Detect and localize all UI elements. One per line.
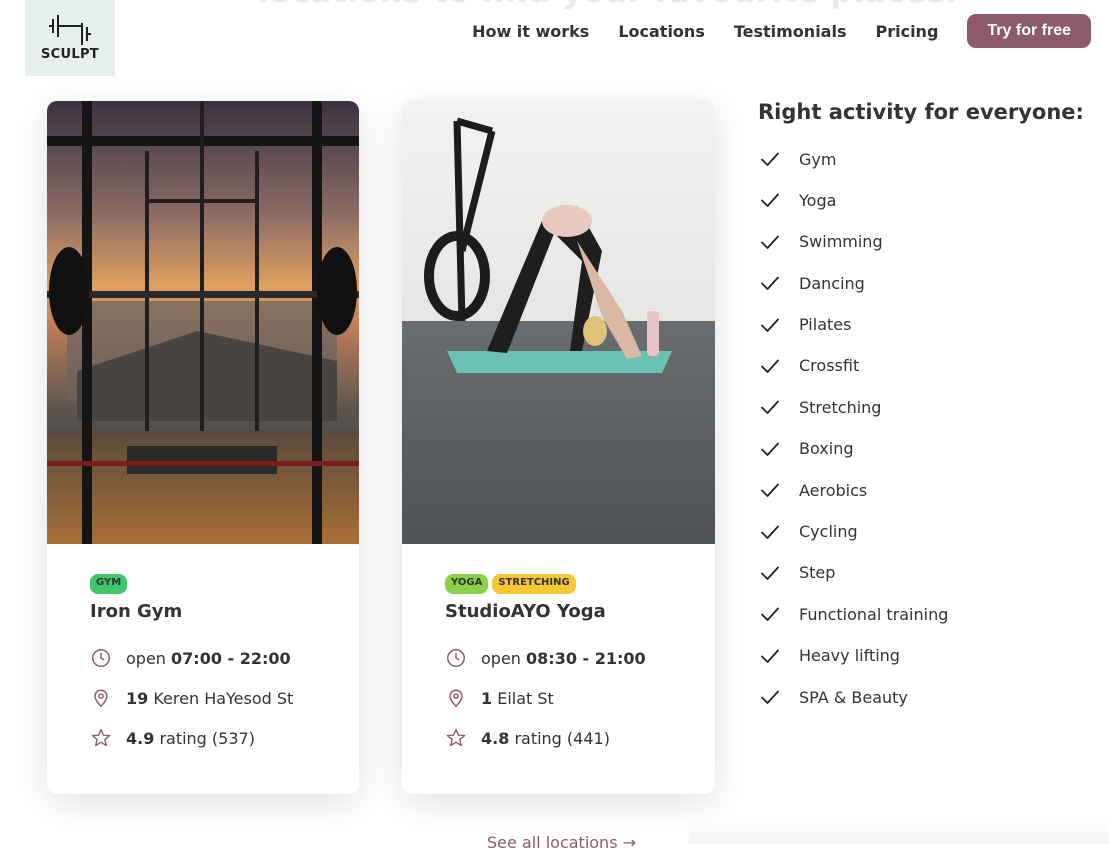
hours-prefix: open — [126, 648, 166, 668]
activity-item: Aerobics — [758, 478, 1084, 502]
bottom-shadow — [689, 814, 1109, 844]
nav-how-it-works[interactable]: How it works — [472, 22, 589, 41]
location-card-studioayo-yoga[interactable]: YOGA STRETCHING StudioAYO Yoga open 08:3… — [402, 101, 715, 794]
rating: 4.8 rating (441) — [445, 726, 715, 750]
activity-item: Gym — [758, 147, 1084, 171]
checkmark-icon — [761, 152, 779, 166]
checkmark-icon — [761, 318, 779, 332]
logo[interactable]: SCULPT — [25, 0, 115, 76]
activities-section: Right activity for everyone: Gym Yoga Swim… — [758, 100, 1084, 726]
activity-item: Swimming — [758, 230, 1084, 254]
checkmark-icon — [761, 400, 779, 415]
checkmark-icon — [761, 442, 779, 456]
activities-title: Right activity for everyone: — [758, 100, 1084, 124]
activity-label: Gym — [799, 149, 837, 169]
activity-item: Pilates — [758, 313, 1084, 337]
opening-hours: open 08:30 - 21:00 — [445, 646, 715, 670]
checkmark-icon — [761, 276, 779, 291]
try-for-free-button[interactable]: Try for free — [967, 14, 1091, 48]
location-name[interactable]: StudioAYO Yoga — [445, 601, 715, 622]
activity-label: Pilates — [799, 315, 852, 335]
checkmark-icon — [761, 525, 779, 539]
address-street: Eilat St — [497, 688, 554, 708]
tag-gym: GYM — [90, 574, 128, 594]
checkmark-icon — [761, 690, 779, 704]
checkmark-icon — [761, 649, 779, 663]
activity-label: Boxing — [799, 439, 854, 459]
address-street: Keren HaYesod St — [153, 688, 294, 708]
clock-icon — [92, 649, 110, 667]
activity-label: Swimming — [799, 232, 883, 252]
main-nav: How it works Locations Testimonials Pric… — [472, 14, 1091, 48]
star-icon — [91, 728, 111, 747]
nav-pricing[interactable]: Pricing — [875, 22, 938, 41]
activity-label: Dancing — [799, 273, 865, 293]
activity-label: Aerobics — [799, 480, 868, 500]
rating-value: 4.9 — [126, 728, 155, 748]
location-card-iron-gym[interactable]: GYM Iron Gym open 07:00 - 22:00 19 Keren… — [47, 101, 359, 794]
location-photo — [47, 101, 359, 544]
hours-prefix: open — [481, 648, 521, 668]
activity-item: SPA & Beauty — [758, 685, 1084, 709]
activity-label: Step — [799, 563, 836, 583]
activity-label: Yoga — [799, 190, 837, 210]
tag-stretching: STRETCHING — [492, 574, 576, 594]
rating-value: 4.8 — [481, 728, 510, 748]
tag-yoga: YOGA — [445, 574, 489, 594]
tag-list: GYM — [90, 574, 359, 594]
activity-label: Crossfit — [799, 356, 860, 376]
tag-list: YOGA STRETCHING — [445, 574, 715, 594]
opening-hours: open 07:00 - 22:00 — [90, 646, 359, 670]
rating: 4.9 rating (537) — [90, 726, 359, 750]
rating-label: rating (537) — [159, 728, 255, 748]
checkmark-icon — [761, 359, 779, 373]
address: 1 Eilat St — [445, 686, 715, 710]
address: 19 Keren HaYesod St — [90, 686, 359, 710]
star-icon — [446, 728, 466, 747]
activity-item: Crossfit — [758, 354, 1084, 378]
barbell-logo-icon — [49, 15, 91, 45]
logo-text: SCULPT — [41, 47, 99, 62]
map-pin-icon — [449, 689, 463, 708]
background-section-heading: locations to find your favourite places. — [258, 0, 958, 10]
activity-item: Heavy lifting — [758, 644, 1084, 668]
activity-item: Stretching — [758, 395, 1084, 419]
rating-label: rating (441) — [514, 728, 610, 748]
activity-item: Dancing — [758, 271, 1084, 295]
activity-label: Heavy lifting — [799, 646, 900, 666]
activity-label: SPA & Beauty — [799, 687, 908, 707]
map-pin-icon — [94, 689, 108, 708]
location-photo — [402, 101, 715, 544]
checkmark-icon — [761, 483, 779, 498]
activity-item: Cycling — [758, 520, 1084, 544]
location-name[interactable]: Iron Gym — [90, 601, 359, 622]
see-all-locations-link[interactable]: See all locations → — [487, 833, 636, 852]
checkmark-icon — [761, 193, 779, 208]
activity-label: Functional training — [799, 604, 949, 624]
hours-value: 07:00 - 22:00 — [171, 648, 291, 668]
activity-item: Yoga — [758, 188, 1084, 212]
checkmark-icon — [761, 607, 779, 622]
activity-item: Functional training — [758, 602, 1084, 626]
nav-locations[interactable]: Locations — [618, 22, 705, 41]
checkmark-icon — [761, 235, 779, 249]
activity-item: Step — [758, 561, 1084, 585]
address-number: 19 — [126, 688, 149, 708]
activity-label: Stretching — [799, 397, 882, 417]
checkmark-icon — [761, 566, 779, 580]
hours-value: 08:30 - 21:00 — [526, 648, 646, 668]
activities-list: Gym Yoga Swimming Dancing Pilates Crossfit Str… — [758, 147, 1084, 709]
activity-label: Cycling — [799, 522, 858, 542]
address-number: 1 — [481, 688, 493, 708]
nav-testimonials[interactable]: Testimonials — [734, 22, 847, 41]
clock-icon — [447, 649, 465, 667]
activity-item: Boxing — [758, 437, 1084, 461]
